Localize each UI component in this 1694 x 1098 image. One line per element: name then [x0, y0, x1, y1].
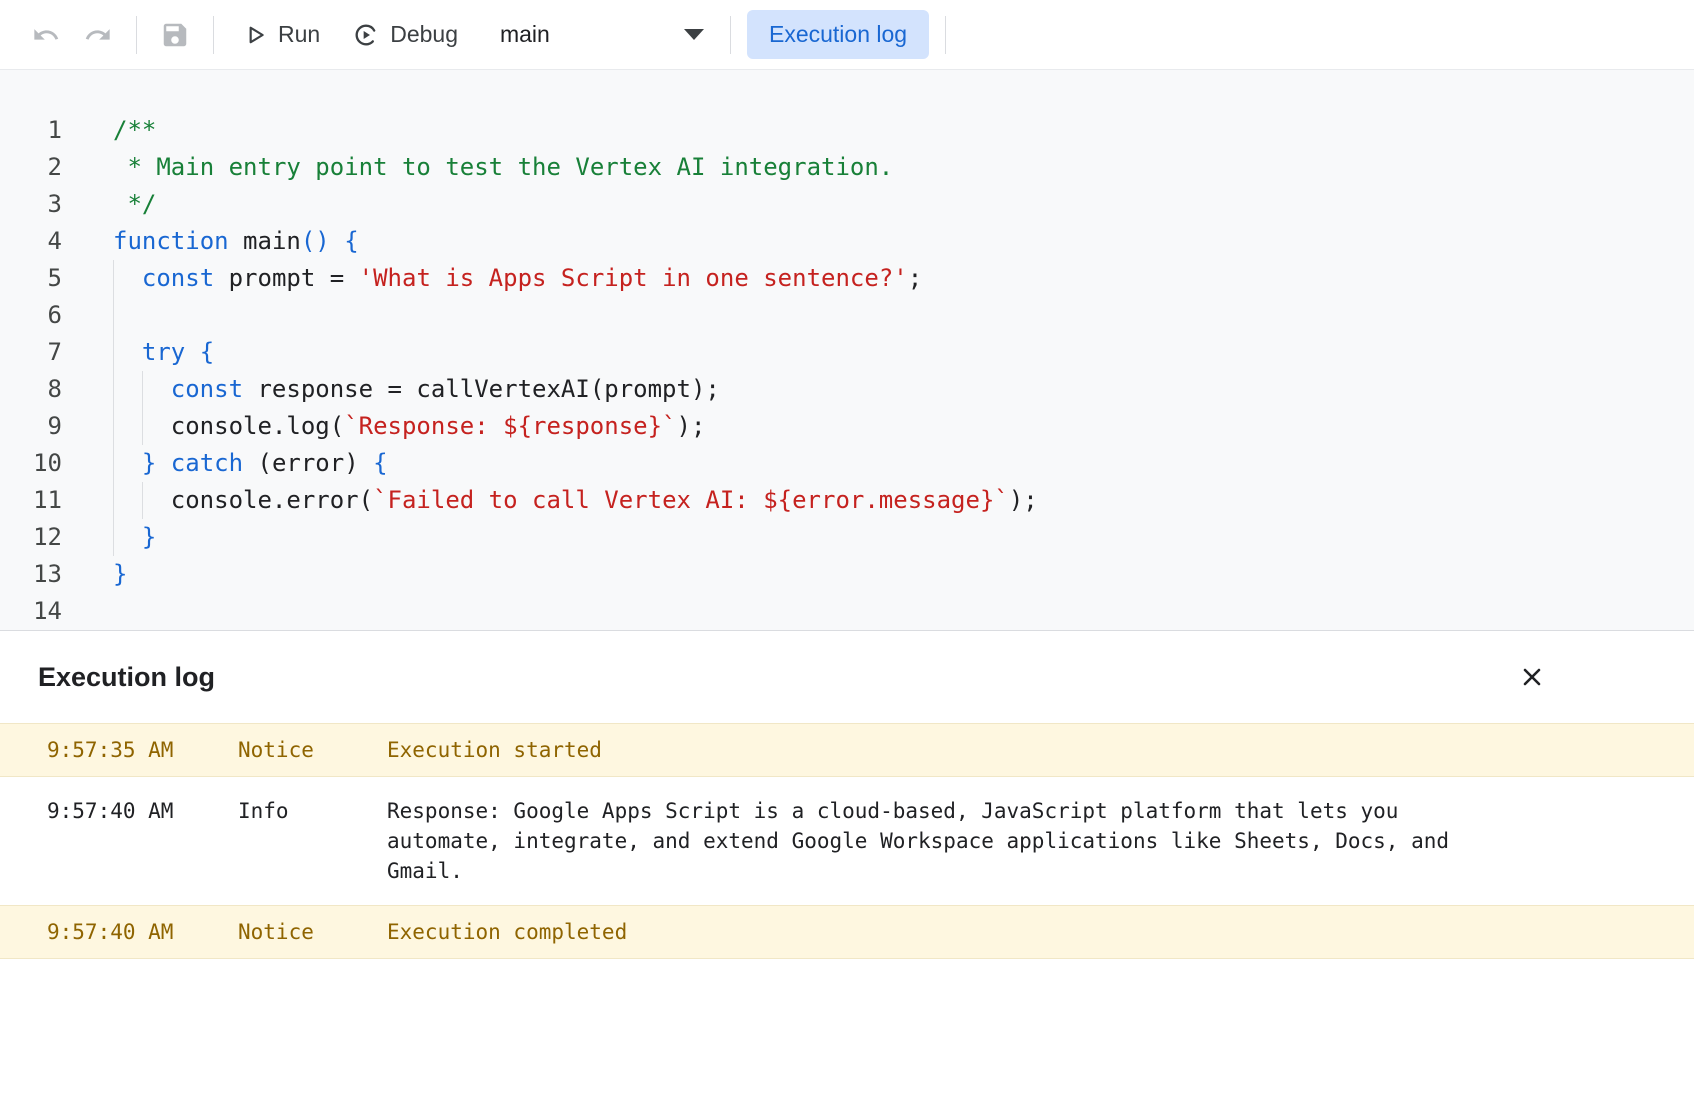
line-number: 2 — [0, 149, 62, 186]
close-execution-log-button[interactable] — [1510, 655, 1554, 699]
code-line: 14 — [0, 593, 1694, 630]
undo-button[interactable] — [20, 9, 72, 61]
line-number: 4 — [0, 223, 62, 260]
line-number: 11 — [0, 482, 62, 519]
line-number: 3 — [0, 186, 62, 223]
redo-button[interactable] — [72, 9, 124, 61]
code-line: 6 — [0, 297, 1694, 334]
save-project-button[interactable] — [149, 9, 201, 61]
log-entry-row: 9:57:35 AM Notice Execution started — [0, 723, 1694, 777]
execution-log-panel: Execution log 9:57:35 AM Notice Executio… — [0, 630, 1694, 959]
line-code: */ — [113, 186, 156, 223]
line-code: } catch (error) { — [113, 445, 388, 482]
code-line: 3 */ — [0, 186, 1694, 223]
toolbar-divider — [730, 16, 731, 54]
line-code: /** — [113, 112, 156, 149]
undo-icon — [32, 21, 60, 49]
line-code: function main() { — [113, 223, 359, 260]
chevron-down-icon — [684, 29, 704, 40]
log-message: Response: Google Apps Script is a cloud-… — [387, 796, 1487, 886]
code-line: 10 } catch (error) { — [0, 445, 1694, 482]
code-line: 12 } — [0, 519, 1694, 556]
code-line: 5 const prompt = 'What is Apps Script in… — [0, 260, 1694, 297]
run-label: Run — [278, 21, 320, 48]
line-number: 10 — [0, 445, 62, 482]
line-number: 13 — [0, 556, 62, 593]
selected-function-label: main — [500, 21, 550, 48]
log-time: 9:57:40 AM — [47, 917, 238, 947]
line-code: const response = callVertexAI(prompt); — [113, 371, 720, 408]
code-line: 7 try { — [0, 334, 1694, 371]
log-level: Info — [238, 796, 387, 886]
redo-icon — [84, 21, 112, 49]
line-number: 1 — [0, 112, 62, 149]
log-level: Notice — [238, 917, 387, 947]
execution-log-button[interactable]: Execution log — [747, 10, 929, 59]
line-number: 14 — [0, 593, 62, 630]
code-line: 8 const response = callVertexAI(prompt); — [0, 371, 1694, 408]
apps-script-editor: Run Debug main Execution log 1 /** 2 * M… — [0, 0, 1694, 959]
close-icon — [1518, 663, 1546, 691]
toolbar: Run Debug main Execution log — [0, 0, 1694, 70]
line-number: 6 — [0, 297, 62, 334]
code-lines: 1 /** 2 * Main entry point to test the V… — [0, 112, 1694, 630]
function-selector[interactable]: main — [486, 11, 718, 58]
toolbar-divider — [136, 16, 137, 54]
line-number: 9 — [0, 408, 62, 445]
execution-log-title: Execution log — [38, 662, 215, 693]
code-line: 1 /** — [0, 112, 1694, 149]
log-rows: 9:57:35 AM Notice Execution started 9:57… — [0, 723, 1694, 959]
code-editor[interactable]: 1 /** 2 * Main entry point to test the V… — [0, 70, 1694, 630]
log-entry-row: 9:57:40 AM Notice Execution completed — [0, 905, 1694, 959]
line-code: * Main entry point to test the Vertex AI… — [113, 149, 893, 186]
line-number: 8 — [0, 371, 62, 408]
debug-label: Debug — [390, 21, 458, 48]
code-line: 4 function main() { — [0, 223, 1694, 260]
toolbar-divider — [213, 16, 214, 54]
code-line: 2 * Main entry point to test the Vertex … — [0, 149, 1694, 186]
save-project-icon — [160, 20, 190, 50]
run-button[interactable]: Run — [226, 11, 336, 58]
line-code — [113, 297, 142, 334]
line-number: 7 — [0, 334, 62, 371]
log-time: 9:57:35 AM — [47, 735, 238, 765]
line-code: } — [113, 556, 127, 593]
execution-log-header: Execution log — [0, 631, 1694, 723]
line-number: 5 — [0, 260, 62, 297]
log-message: Execution completed — [387, 917, 1487, 947]
code-line: 9 console.log(`Response: ${response}`); — [0, 408, 1694, 445]
run-icon — [242, 22, 268, 48]
code-line: 13 } — [0, 556, 1694, 593]
code-line: 11 console.error(`Failed to call Vertex … — [0, 482, 1694, 519]
line-code: try { — [113, 334, 214, 371]
line-code: console.log(`Response: ${response}`); — [113, 408, 705, 445]
debug-icon — [352, 21, 380, 49]
log-entry-row: 9:57:40 AM Info Response: Google Apps Sc… — [0, 777, 1694, 905]
log-message: Execution started — [387, 735, 1487, 765]
line-number: 12 — [0, 519, 62, 556]
line-code: } — [113, 519, 156, 556]
log-level: Notice — [238, 735, 387, 765]
log-time: 9:57:40 AM — [47, 796, 238, 886]
line-code: console.error(`Failed to call Vertex AI:… — [113, 482, 1038, 519]
debug-button[interactable]: Debug — [336, 11, 474, 59]
toolbar-divider — [945, 16, 946, 54]
line-code: const prompt = 'What is Apps Script in o… — [113, 260, 922, 297]
